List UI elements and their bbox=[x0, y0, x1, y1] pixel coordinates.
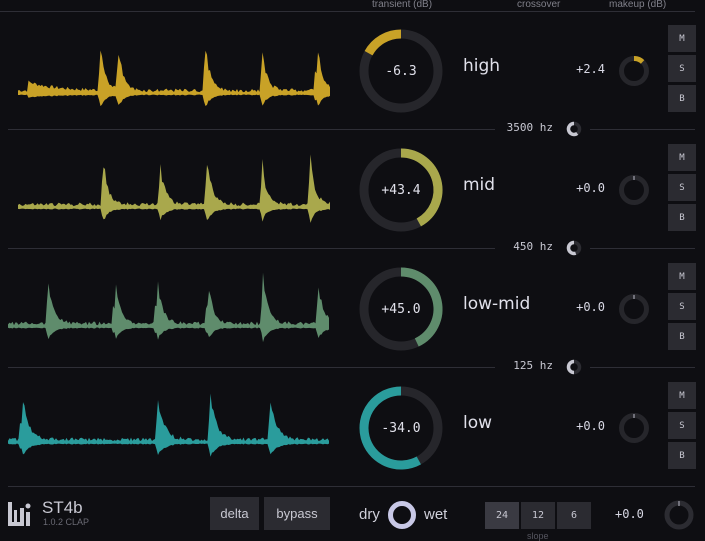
band-name: low bbox=[463, 413, 493, 433]
crossover-value: 3500 hz bbox=[506, 121, 553, 134]
divider bbox=[590, 129, 695, 130]
waveform-low bbox=[8, 393, 329, 457]
band-name: mid bbox=[463, 175, 496, 195]
dry-wet-knob[interactable] bbox=[386, 499, 418, 531]
solo-button[interactable]: S bbox=[668, 174, 696, 201]
divider bbox=[8, 129, 495, 130]
band-bypass-button[interactable]: B bbox=[668, 85, 696, 112]
band-bypass-button[interactable]: B bbox=[668, 323, 696, 350]
makeup-header: makeup (dB) bbox=[609, 0, 667, 10]
band-bypass-button[interactable]: B bbox=[668, 442, 696, 469]
logo-icon bbox=[8, 502, 31, 526]
crossover-knob[interactable] bbox=[566, 359, 582, 375]
solo-button[interactable]: S bbox=[668, 55, 696, 82]
band-mid: +43.4 mid +0.0 M S B bbox=[0, 131, 705, 249]
transient-value: +43.4 bbox=[381, 182, 421, 198]
slope-12-button[interactable]: 12 bbox=[521, 502, 555, 529]
slope-6-button[interactable]: 6 bbox=[557, 502, 591, 529]
delta-button[interactable]: delta bbox=[210, 497, 259, 530]
band-name: low-mid bbox=[463, 294, 531, 314]
solo-button[interactable]: S bbox=[668, 412, 696, 439]
waveform-low-mid bbox=[8, 272, 329, 343]
makeup-value: +0.0 bbox=[576, 419, 605, 433]
mute-button[interactable]: M bbox=[668, 25, 696, 52]
band-name: high bbox=[463, 56, 501, 76]
makeup-knob-low[interactable] bbox=[618, 412, 650, 444]
makeup-value: +0.0 bbox=[576, 300, 605, 314]
output-gain-value: +0.0 bbox=[615, 507, 644, 521]
crossover-value: 450 hz bbox=[513, 240, 553, 253]
version-label: 1.0.2 CLAP bbox=[43, 517, 90, 527]
mute-button[interactable]: M bbox=[668, 263, 696, 290]
mute-button[interactable]: M bbox=[668, 382, 696, 409]
makeup-knob-mid[interactable] bbox=[618, 174, 650, 206]
solo-button[interactable]: S bbox=[668, 293, 696, 320]
crossover-knob[interactable] bbox=[566, 240, 582, 256]
transient-value: -6.3 bbox=[385, 63, 417, 79]
wet-label: wet bbox=[424, 506, 448, 523]
crossover-value: 125 hz bbox=[513, 359, 553, 372]
dry-label: dry bbox=[359, 506, 380, 523]
transient-value: -34.0 bbox=[381, 420, 421, 436]
product-name: ST4b bbox=[42, 498, 83, 517]
slope-24-button[interactable]: 24 bbox=[485, 502, 519, 529]
band-high: -6.3 high +2.4 M S B bbox=[0, 12, 705, 130]
transient-value: +45.0 bbox=[381, 301, 421, 317]
mute-button[interactable]: M bbox=[668, 144, 696, 171]
band-low: -34.0 low +0.0 M S B bbox=[0, 369, 705, 487]
divider bbox=[8, 486, 695, 487]
divider bbox=[8, 248, 495, 249]
divider bbox=[590, 248, 695, 249]
waveform-high bbox=[18, 50, 330, 107]
bypass-button[interactable]: bypass bbox=[264, 497, 330, 530]
crossover-knob[interactable] bbox=[566, 121, 582, 137]
makeup-value: +2.4 bbox=[576, 62, 605, 76]
divider bbox=[590, 367, 695, 368]
band-bypass-button[interactable]: B bbox=[668, 204, 696, 231]
makeup-knob-high[interactable] bbox=[618, 55, 650, 87]
waveform-mid bbox=[18, 154, 330, 223]
transient-header: transient (dB) bbox=[372, 0, 433, 10]
band-low-mid: +45.0 low-mid +0.0 M S B bbox=[0, 250, 705, 368]
crossover-header: crossover bbox=[517, 0, 561, 10]
makeup-value: +0.0 bbox=[576, 181, 605, 195]
output-gain-knob[interactable] bbox=[663, 499, 695, 531]
divider bbox=[8, 367, 495, 368]
makeup-knob-low-mid[interactable] bbox=[618, 293, 650, 325]
